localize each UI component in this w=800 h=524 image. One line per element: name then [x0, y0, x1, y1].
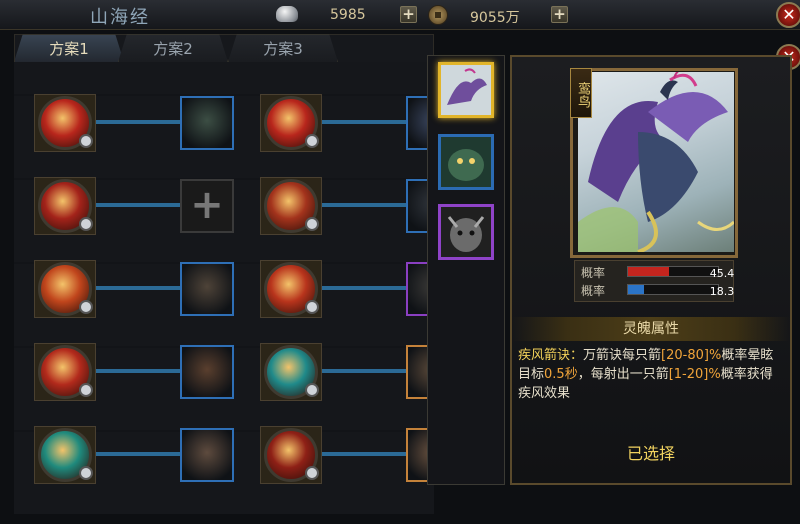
luan-bird-icon: [441, 65, 491, 115]
lock-pin-icon: [305, 134, 319, 148]
stat-row-2: 概率 18.3: [579, 282, 734, 298]
tab-plan-1[interactable]: 方案1: [14, 34, 124, 62]
stat-value: 18.3: [709, 285, 735, 298]
beast-selector: [427, 55, 505, 485]
desc-text: ，每射出一只箭: [577, 367, 669, 382]
link-line: [96, 286, 180, 290]
link-line: [96, 203, 180, 207]
skill-slot-right-4: [240, 341, 460, 403]
luan-bird-illustration: [578, 72, 734, 252]
skill-slot-left-5: [14, 424, 234, 486]
lock-pin-icon: [79, 383, 93, 397]
tab-plan-3[interactable]: 方案3: [228, 34, 338, 62]
stat-row-1: 概率 45.4: [579, 264, 734, 280]
skill-slot-right-1: [240, 92, 460, 154]
stat-value: 45.4: [709, 267, 735, 280]
skill-name: 疾风箭诀：: [518, 348, 584, 363]
selected-status-button[interactable]: 已选择: [512, 440, 790, 464]
silver-amount: 5985: [330, 7, 366, 23]
lock-pin-icon: [305, 217, 319, 231]
add-gold-button[interactable]: +: [551, 6, 568, 23]
lock-pin-icon: [79, 217, 93, 231]
desc-range: [1-20]%: [668, 367, 721, 382]
gold-coin-icon: [428, 5, 448, 25]
beast-portrait-icon[interactable]: [180, 96, 234, 150]
demon-face-icon: [441, 207, 491, 257]
beast-card-luan[interactable]: [438, 62, 494, 118]
skill-description: 疾风箭诀：万箭诀每只箭[20-80]%概率晕眩目标0.5秒，每射出一只箭[1-2…: [518, 346, 780, 403]
skill-slot-left-3: [14, 258, 234, 320]
link-line: [322, 452, 406, 456]
skill-slot-right-2: [240, 175, 460, 237]
skill-icon[interactable]: [34, 177, 96, 235]
skill-icon[interactable]: [260, 426, 322, 484]
beast-card-2[interactable]: [438, 134, 494, 190]
stat-fill: [628, 285, 645, 294]
add-beast-button[interactable]: +: [180, 179, 234, 233]
skill-slot-left-1: [14, 92, 234, 154]
skill-slot-right-3: [240, 258, 460, 320]
link-line: [322, 369, 406, 373]
stat-label: 概率: [581, 266, 606, 280]
stat-bar: 45.4: [627, 266, 734, 280]
skill-icon[interactable]: [260, 260, 322, 318]
gold-amount: 9055万: [470, 10, 520, 26]
stat-fill: [628, 267, 669, 276]
tab-plan-2[interactable]: 方案2: [118, 34, 228, 62]
link-line: [322, 286, 406, 290]
luan-bird-portrait: [578, 72, 734, 252]
silver-ingot-icon: [276, 6, 298, 22]
skill-icon[interactable]: [34, 343, 96, 401]
link-line: [322, 120, 406, 124]
top-bar: 山海经 5985 + 9055万 +: [0, 0, 800, 30]
skill-slot-right-5: [240, 424, 460, 486]
lock-pin-icon: [79, 300, 93, 314]
page-title: 山海经: [90, 7, 150, 28]
link-line: [322, 203, 406, 207]
skill-icon[interactable]: [34, 426, 96, 484]
skill-icon[interactable]: [260, 343, 322, 401]
skill-icon[interactable]: [260, 94, 322, 152]
beast-face-icon: [441, 137, 491, 187]
stat-box: 概率 45.4 概率 18.3: [574, 260, 734, 302]
beast-card-3[interactable]: [438, 204, 494, 260]
desc-text: 万箭诀每只箭: [583, 348, 662, 363]
skill-icon[interactable]: [34, 260, 96, 318]
add-silver-button[interactable]: +: [400, 6, 417, 23]
link-line: [96, 120, 180, 124]
stat-label: 概率: [581, 284, 606, 298]
lock-pin-icon: [79, 134, 93, 148]
link-line: [96, 369, 180, 373]
beast-portrait-icon[interactable]: [180, 345, 234, 399]
skill-icon[interactable]: [260, 177, 322, 235]
desc-duration: 0.5秒: [544, 367, 578, 382]
attribute-header: 灵魄属性: [512, 317, 790, 341]
stat-bar: 18.3: [627, 284, 734, 298]
beast-portrait-icon[interactable]: [180, 262, 234, 316]
skill-slot-left-2: +: [14, 175, 234, 237]
lock-pin-icon: [305, 383, 319, 397]
close-window-icon[interactable]: ✕: [776, 2, 800, 28]
lock-pin-icon: [305, 466, 319, 480]
skill-slot-left-4: [14, 341, 234, 403]
link-line: [96, 452, 180, 456]
beast-name-tag: 鸾鸟: [570, 68, 592, 118]
desc-range: [20-80]%: [661, 348, 722, 363]
lock-pin-icon: [305, 300, 319, 314]
beast-portrait-icon[interactable]: [180, 428, 234, 482]
lock-pin-icon: [79, 466, 93, 480]
skill-icon[interactable]: [34, 94, 96, 152]
